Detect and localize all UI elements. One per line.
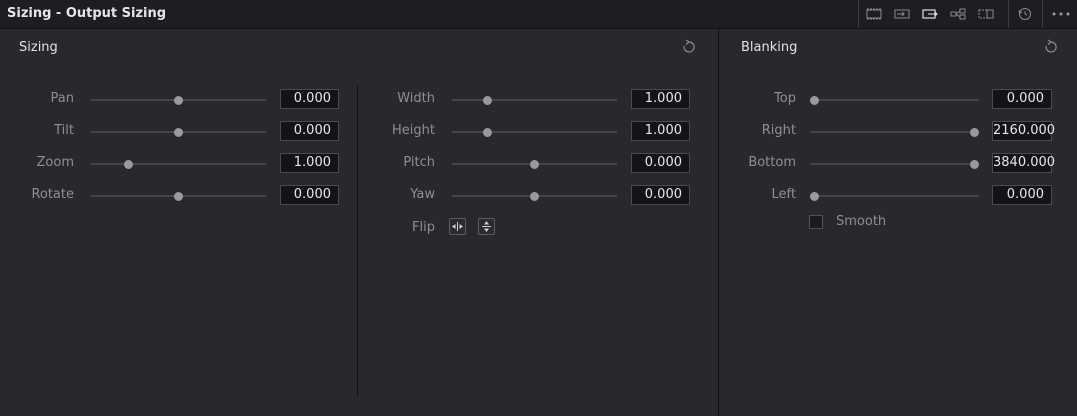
flip-label: Flip	[412, 220, 435, 235]
sizing-height-slider[interactable]	[452, 131, 617, 133]
edit-sizing-icon[interactable]	[864, 5, 884, 23]
blanking-right-slider-handle[interactable]	[970, 127, 979, 137]
blanking-bottom-slider[interactable]	[810, 163, 979, 165]
sizing-height-label: Height	[392, 123, 435, 138]
sizing-zoom-slider-handle[interactable]	[124, 159, 134, 169]
section-divider	[718, 28, 719, 416]
sizing-panel: Sizing - Output Sizing Sizing Flip Blank…	[0, 0, 1077, 416]
sizing-zoom-value-field[interactable]: 1.000	[280, 153, 339, 173]
sizing-tilt-slider-handle[interactable]	[174, 127, 183, 137]
blanking-top-slider[interactable]	[810, 99, 979, 101]
more-options-icon[interactable]	[1051, 5, 1071, 23]
sizing-pan-label: Pan	[50, 91, 74, 106]
blanking-right-slider[interactable]	[810, 131, 979, 133]
output-sizing-icon[interactable]	[920, 5, 940, 23]
smooth-label: Smooth	[836, 214, 887, 229]
input-sizing-icon[interactable]	[892, 5, 912, 23]
blanking-left-label: Left	[771, 187, 796, 202]
sizing-rotate-value-field[interactable]: 0.000	[280, 185, 339, 205]
blanking-bottom-value-field[interactable]: 3840.000	[992, 153, 1055, 173]
sizing-yaw-slider-handle[interactable]	[530, 191, 539, 201]
sizing-height-value-field[interactable]: 1.000	[631, 121, 690, 141]
blanking-top-value-field[interactable]: 0.000	[992, 89, 1052, 109]
sizing-width-slider-handle[interactable]	[483, 95, 493, 105]
flip-horizontal-button[interactable]	[449, 218, 466, 235]
sizing-tilt-label: Tilt	[54, 123, 74, 138]
sizing-yaw-label: Yaw	[410, 187, 435, 202]
flip-vertical-button[interactable]	[478, 218, 495, 235]
sizing-zoom-slider[interactable]	[91, 163, 266, 165]
sizing-reset-icon[interactable]	[681, 39, 697, 55]
sizing-pan-value-field[interactable]: 0.000	[280, 89, 339, 109]
sizing-zoom-label: Zoom	[36, 155, 74, 170]
blanking-top-slider-handle[interactable]	[810, 95, 819, 105]
sizing-width-label: Width	[397, 91, 435, 106]
node-sizing-icon[interactable]	[948, 5, 968, 23]
sizing-rotate-label: Rotate	[31, 187, 74, 202]
blanking-top-label: Top	[774, 91, 796, 106]
smooth-checkbox[interactable]	[809, 215, 823, 229]
header-divider	[1042, 0, 1043, 28]
header-divider	[858, 0, 859, 28]
reference-sizing-icon[interactable]	[976, 5, 996, 23]
sizing-rotate-slider-handle[interactable]	[174, 191, 183, 201]
reset-all-icon[interactable]	[1015, 5, 1035, 23]
blanking-left-slider-handle[interactable]	[810, 191, 819, 201]
sizing-pitch-label: Pitch	[403, 155, 435, 170]
panel-title: Sizing - Output Sizing	[7, 6, 167, 21]
blanking-title: Blanking	[741, 40, 798, 55]
blanking-bottom-slider-handle[interactable]	[970, 159, 979, 169]
blanking-left-value-field[interactable]: 0.000	[992, 185, 1052, 205]
blanking-bottom-label: Bottom	[748, 155, 796, 170]
sizing-yaw-value-field[interactable]: 0.000	[631, 185, 690, 205]
sizing-pan-slider-handle[interactable]	[174, 95, 183, 105]
sizing-title: Sizing	[19, 40, 58, 55]
blanking-right-value-field[interactable]: 2160.000	[992, 121, 1055, 141]
header-divider	[1008, 0, 1009, 28]
sizing-width-value-field[interactable]: 1.000	[631, 89, 690, 109]
panel-header: Sizing - Output Sizing	[0, 0, 1077, 29]
sizing-pitch-slider-handle[interactable]	[530, 159, 539, 169]
sizing-pitch-value-field[interactable]: 0.000	[631, 153, 690, 173]
blanking-left-slider[interactable]	[810, 195, 979, 197]
sizing-height-slider-handle[interactable]	[483, 127, 493, 137]
blanking-right-label: Right	[761, 123, 796, 138]
sizing-width-slider[interactable]	[452, 99, 617, 101]
sizing-tilt-value-field[interactable]: 0.000	[280, 121, 339, 141]
blanking-reset-icon[interactable]	[1043, 39, 1059, 55]
